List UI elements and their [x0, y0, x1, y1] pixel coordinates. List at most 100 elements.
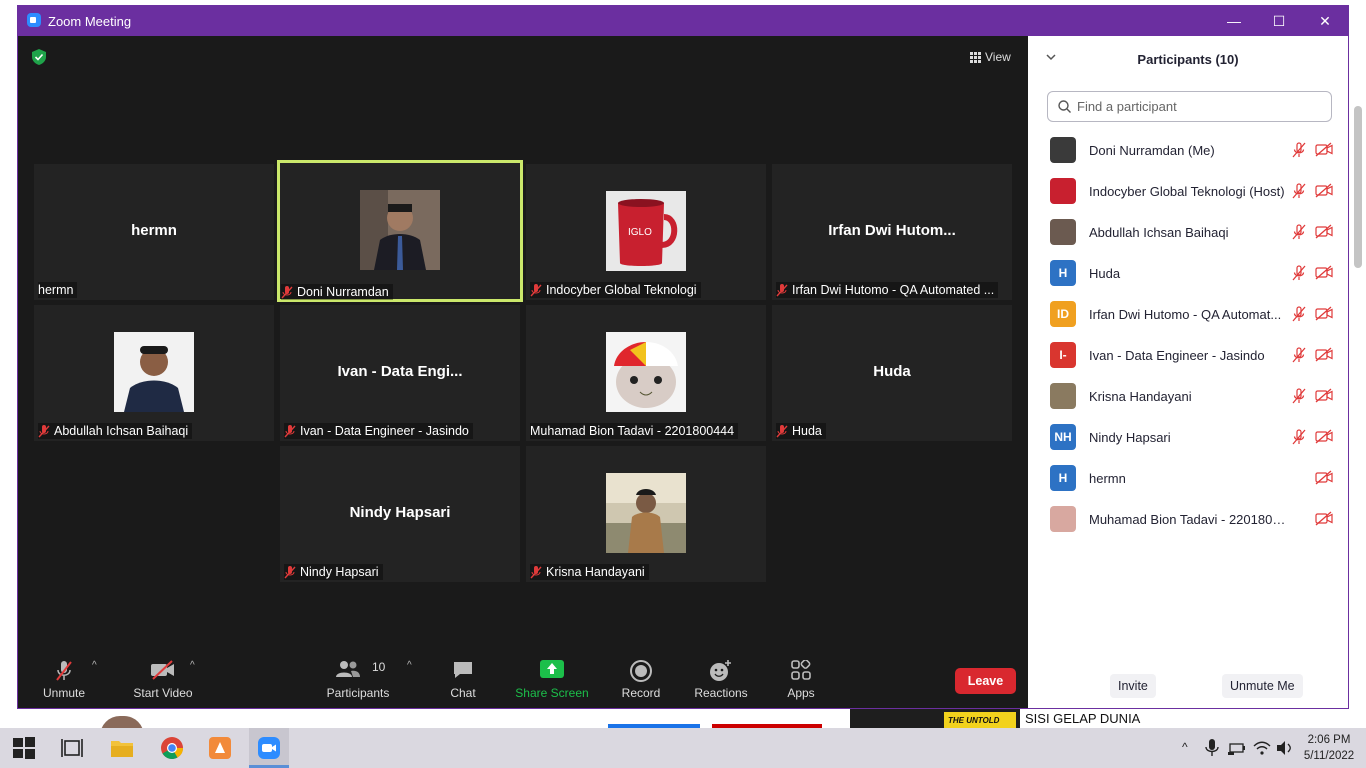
tile-name-label: Abdullah Ichsan Baihaqi — [38, 423, 193, 439]
participant-list-scrollbar[interactable] — [1354, 106, 1362, 268]
participants-icon — [336, 661, 360, 677]
reactions-icon — [710, 660, 731, 681]
video-off-icon[interactable] — [1315, 388, 1333, 403]
video-off-icon[interactable] — [1315, 142, 1333, 157]
media-app-icon[interactable] — [208, 736, 232, 760]
zoom-taskbar-icon[interactable] — [257, 736, 281, 760]
view-button[interactable]: View — [970, 48, 1020, 66]
participant-row[interactable]: H Huda — [1028, 253, 1348, 294]
mic-muted-icon — [281, 285, 293, 298]
leave-button[interactable]: Leave — [955, 668, 1016, 694]
mic-muted-icon[interactable] — [1292, 142, 1306, 158]
search-input[interactable] — [1077, 99, 1317, 114]
start-video-button[interactable]: Start Video — [124, 648, 202, 706]
windows-start-icon[interactable] — [12, 736, 36, 760]
video-off-icon[interactable] — [1315, 511, 1333, 526]
task-view-icon[interactable] — [60, 736, 84, 760]
mic-muted-icon[interactable] — [1292, 388, 1306, 404]
tile-name-label: hermn — [38, 282, 78, 298]
video-off-icon[interactable] — [1315, 347, 1333, 362]
video-tile-irfan[interactable]: Irfan Dwi Hutom... Irfan Dwi Hutomo - QA… — [772, 164, 1012, 300]
unmute-button[interactable]: Unmute — [36, 648, 92, 706]
video-tile-indocyber[interactable]: IGLO Indocyber Global Teknologi — [526, 164, 766, 300]
taskbar-clock[interactable]: 2:06 PM 5/11/2022 — [1299, 732, 1359, 764]
unmute-me-button[interactable]: Unmute Me — [1222, 674, 1303, 698]
mic-muted-icon[interactable] — [1292, 183, 1306, 199]
audio-options-caret[interactable]: ^ — [92, 660, 97, 671]
wifi-icon[interactable] — [1253, 740, 1271, 756]
tile-name-label: Doni Nurramdan — [281, 284, 393, 300]
tile-name-label: Nindy Hapsari — [284, 564, 383, 580]
share-screen-button[interactable]: Share Screen — [514, 648, 590, 706]
view-label: View — [985, 50, 1011, 64]
participant-row[interactable]: Krisna Handayani — [1028, 376, 1348, 417]
reactions-button[interactable]: Reactions — [690, 648, 752, 706]
video-off-icon[interactable] — [1315, 224, 1333, 239]
mic-muted-icon — [530, 565, 542, 578]
video-off-icon[interactable] — [1315, 429, 1333, 444]
file-explorer-icon[interactable] — [110, 736, 134, 760]
volume-icon[interactable] — [1276, 740, 1294, 756]
participant-row[interactable]: Muhamad Bion Tadavi - 2201800444 — [1028, 499, 1348, 540]
mic-muted-icon[interactable] — [1292, 265, 1306, 281]
participant-row[interactable]: Hhermn — [1028, 458, 1348, 499]
tray-chevron-icon[interactable]: ^ — [1182, 740, 1188, 754]
participant-row[interactable]: ID Irfan Dwi Hutomo - QA Automat... — [1028, 294, 1348, 335]
video-off-icon[interactable] — [1315, 306, 1333, 321]
mic-icon[interactable] — [1204, 738, 1220, 758]
minimize-button[interactable]: — — [1222, 10, 1246, 32]
search-icon — [1058, 100, 1071, 113]
news-headline[interactable]: SISI GELAP DUNIA — [1025, 711, 1140, 726]
participant-search[interactable] — [1047, 91, 1332, 122]
video-tile-huda[interactable]: Huda Huda — [772, 305, 1012, 441]
participant-row[interactable]: Abdullah Ichsan Baihaqi — [1028, 212, 1348, 253]
participant-row[interactable]: I- Ivan - Data Engineer - Jasindo — [1028, 335, 1348, 376]
participant-avatar: H — [1050, 260, 1076, 286]
mic-muted-icon[interactable] — [1292, 429, 1306, 445]
participant-name: Nindy Hapsari — [1089, 430, 1171, 445]
chrome-icon[interactable] — [160, 736, 184, 760]
video-off-icon[interactable] — [1315, 470, 1333, 485]
news-tag: THE UNTOLD — [944, 712, 1016, 728]
zoom-app-icon — [27, 13, 41, 27]
participant-avatar: NH — [1050, 424, 1076, 450]
grid-view-icon — [970, 52, 981, 63]
video-options-caret[interactable]: ^ — [190, 660, 195, 671]
video-tile-ivan[interactable]: Ivan - Data Engi... Ivan - Data Engineer… — [280, 305, 520, 441]
mic-muted-icon[interactable] — [1292, 306, 1306, 322]
participant-photo: IGLO — [606, 191, 686, 271]
apps-button[interactable]: Apps — [776, 648, 826, 706]
mic-muted-icon[interactable] — [1292, 347, 1306, 363]
participant-row[interactable]: Doni Nurramdan (Me) — [1028, 130, 1348, 171]
participant-row[interactable]: NH Nindy Hapsari — [1028, 417, 1348, 458]
participant-avatar — [1050, 219, 1076, 245]
record-button[interactable]: Record — [616, 648, 666, 706]
participant-name: Abdullah Ichsan Baihaqi — [1089, 225, 1229, 240]
mic-muted-icon — [776, 283, 788, 296]
video-tile-krisna[interactable]: Krisna Handayani — [526, 446, 766, 582]
participants-button[interactable]: 10 Participants — [324, 648, 392, 706]
record-label: Record — [621, 686, 661, 700]
video-tile-doni-nurramdan[interactable]: Doni Nurramdan — [277, 160, 523, 302]
participant-row[interactable]: Indocyber Global Teknologi (Host) — [1028, 171, 1348, 212]
video-tile-hermn[interactable]: hermn hermn — [34, 164, 274, 300]
chat-button[interactable]: Chat — [438, 648, 488, 706]
chat-label: Chat — [450, 686, 476, 700]
participants-options-caret[interactable]: ^ — [407, 660, 412, 671]
close-button[interactable]: ✕ — [1313, 10, 1337, 32]
participants-panel-title: Participants (10) — [1137, 52, 1239, 67]
mic-muted-icon[interactable] — [1292, 224, 1306, 240]
video-tile-abdullah[interactable]: Abdullah Ichsan Baihaqi — [34, 305, 274, 441]
battery-icon[interactable] — [1228, 740, 1246, 756]
participant-photo — [606, 332, 686, 412]
invite-button[interactable]: Invite — [1110, 674, 1156, 698]
participant-name: Muhamad Bion Tadavi - 2201800444 — [1089, 512, 1289, 527]
tile-label-text: Irfan Dwi Hutomo - QA Automated ... — [792, 283, 995, 297]
shield-icon[interactable] — [32, 49, 46, 65]
video-tile-muhamad-bion[interactable]: Muhamad Bion Tadavi - 2201800444 — [526, 305, 766, 441]
video-tile-nindy[interactable]: Nindy Hapsari Nindy Hapsari — [280, 446, 520, 582]
tile-display-name: Irfan Dwi Hutom... — [828, 222, 956, 239]
video-off-icon[interactable] — [1315, 183, 1333, 198]
maximize-button[interactable]: ☐ — [1267, 10, 1291, 32]
video-off-icon[interactable] — [1315, 265, 1333, 280]
